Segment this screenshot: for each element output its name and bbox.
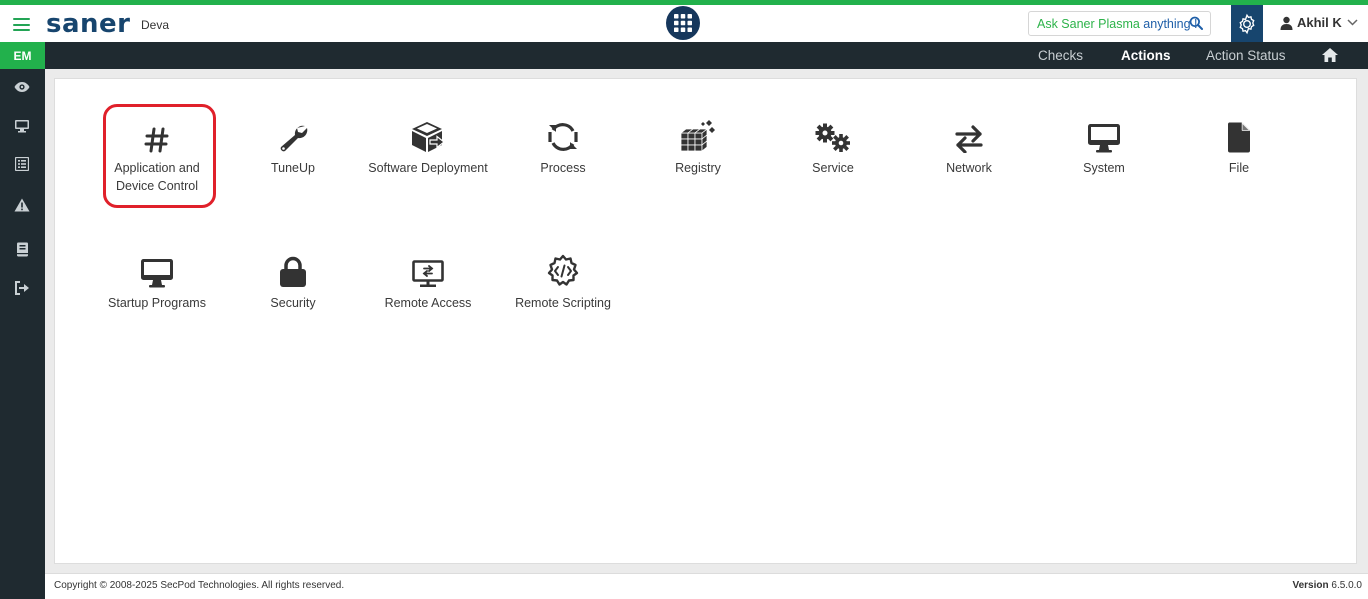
action-service[interactable]: Service: [770, 117, 896, 177]
desktop-icon: [141, 259, 173, 288]
action-software-deployment[interactable]: Software Deployment: [365, 117, 491, 177]
home-icon[interactable]: [1321, 47, 1339, 63]
top-nav-bar: Checks Actions Action Status: [45, 42, 1368, 69]
tile-label: Software Deployment: [368, 161, 488, 175]
copyright-text: Copyright © 2008-2025 SecPod Technologie…: [54, 580, 345, 591]
remote-desktop-icon: [412, 260, 444, 287]
grid-icon: [674, 14, 692, 32]
tile-label: Remote Access: [384, 296, 472, 310]
action-registry[interactable]: Registry: [635, 117, 761, 177]
chevron-down-icon: [1347, 19, 1358, 26]
app-launcher-button[interactable]: [666, 6, 700, 40]
warning-icon[interactable]: [12, 195, 32, 215]
gear-icon: [1239, 13, 1255, 34]
version-value: 6.5.0.0: [1331, 580, 1362, 591]
file-icon: [1227, 122, 1250, 153]
desktop-icon: [1088, 124, 1120, 153]
logout-icon[interactable]: [12, 278, 32, 298]
nav-actions[interactable]: Actions: [1121, 48, 1171, 63]
tile-label: Network: [946, 161, 992, 175]
action-tuneup[interactable]: TuneUp: [230, 117, 356, 177]
book-icon[interactable]: [12, 239, 32, 259]
action-startup-programs[interactable]: Startup Programs: [94, 252, 220, 312]
user-name: Akhil K: [1297, 15, 1342, 30]
action-system[interactable]: System: [1041, 117, 1167, 177]
tile-label: Process: [540, 161, 586, 175]
nav-action-status[interactable]: Action Status: [1206, 48, 1286, 63]
list-icon[interactable]: [12, 154, 32, 174]
cogs-icon: [815, 123, 850, 152]
monitor-icon[interactable]: [12, 116, 32, 136]
code-gear-icon: [547, 254, 579, 286]
action-network[interactable]: Network: [906, 117, 1032, 177]
user-menu[interactable]: Akhil K: [1280, 15, 1358, 30]
box-arrow-icon: [412, 122, 445, 152]
tile-label: Registry: [675, 161, 721, 175]
version-info: Version 6.5.0.0: [1292, 580, 1362, 591]
sync-icon: [548, 123, 578, 151]
action-process[interactable]: Process: [500, 117, 626, 177]
tile-label: Startup Programs: [108, 296, 206, 310]
version-label: Version: [1292, 580, 1329, 591]
tile-label: File: [1228, 161, 1250, 175]
exchange-icon: [955, 125, 983, 153]
tile-label: TuneUp: [270, 161, 315, 175]
cubes-icon: [680, 120, 715, 152]
settings-button[interactable]: [1231, 5, 1263, 42]
ask-prefix: Ask Saner Plasma: [1037, 16, 1144, 31]
hamburger-menu-icon[interactable]: [13, 18, 30, 31]
tile-label: Security: [270, 296, 316, 310]
action-security[interactable]: Security: [230, 252, 356, 312]
user-icon: [1280, 16, 1293, 30]
action-file[interactable]: File: [1176, 117, 1302, 177]
nav-checks[interactable]: Checks: [1038, 48, 1083, 63]
tile-label: System: [1083, 161, 1125, 175]
tile-label: Remote Scripting: [515, 296, 611, 310]
wrench-icon: [280, 125, 308, 152]
selection-highlight: [103, 104, 216, 208]
ask-saner-search[interactable]: Ask Saner Plasma anything !: [1028, 11, 1211, 36]
action-remote-access[interactable]: Remote Access: [365, 252, 491, 312]
saner-logo: saner: [46, 9, 131, 39]
page-footer: Copyright © 2008-2025 SecPod Technologie…: [45, 573, 1368, 599]
tenant-name: Deva: [141, 18, 170, 32]
em-badge[interactable]: EM: [0, 42, 45, 69]
lock-icon: [280, 256, 306, 287]
eye-icon[interactable]: [12, 77, 32, 97]
action-remote-scripting[interactable]: Remote Scripting: [500, 252, 626, 312]
left-sidebar: EM: [0, 42, 45, 599]
tile-label: Service: [812, 161, 854, 175]
app-header: saner Deva Ask Saner Plasma anything ! A…: [0, 5, 1368, 42]
search-icon[interactable]: [1189, 16, 1203, 30]
